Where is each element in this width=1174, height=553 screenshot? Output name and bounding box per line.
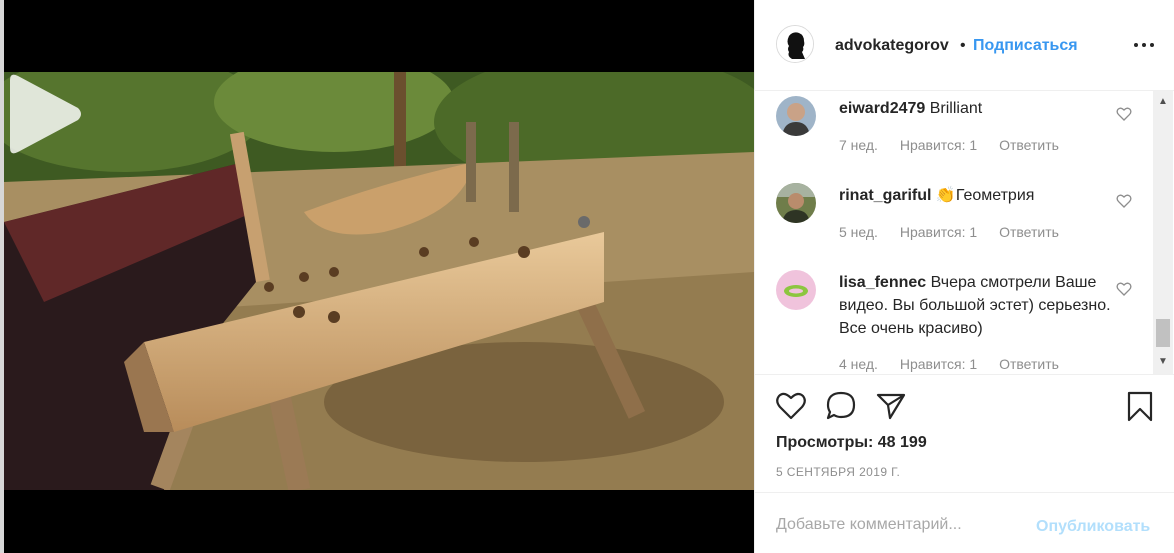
publish-button[interactable]: Опубликовать	[1036, 518, 1150, 536]
comment-username[interactable]: lisa_fennec	[839, 274, 926, 291]
comment-likes[interactable]: Нравится: 1	[900, 137, 977, 153]
video-frame-image	[4, 72, 754, 490]
heart-icon[interactable]	[1116, 281, 1132, 297]
comment-username[interactable]: rinat_gariful	[839, 187, 931, 204]
scroll-up-arrow-icon[interactable]: ▲	[1153, 93, 1173, 110]
comment-meta: 5 нед. Нравится: 1 Ответить	[839, 224, 1077, 240]
commenter-photo	[776, 270, 816, 310]
more-horizontal-icon[interactable]	[1132, 36, 1156, 54]
reply-button[interactable]: Ответить	[999, 137, 1059, 153]
separator-dot: •	[960, 37, 966, 54]
heart-icon[interactable]	[775, 390, 807, 422]
comment-age: 4 нед.	[839, 356, 878, 372]
comment-bubble-icon[interactable]	[825, 390, 857, 422]
comment-likes[interactable]: Нравится: 1	[900, 356, 977, 372]
comment-text: 👏Геометрия	[935, 187, 1035, 204]
comment-body: eiward2479 Brilliant	[839, 97, 1129, 120]
comment-text: Brilliant	[929, 100, 983, 117]
view-count[interactable]: Просмотры: 48 199	[776, 434, 927, 452]
reply-button[interactable]: Ответить	[999, 356, 1059, 372]
video-player[interactable]	[4, 72, 754, 490]
comment-body: rinat_gariful 👏Геометрия	[839, 184, 1129, 207]
commenter-photo	[776, 96, 816, 136]
commenter-avatar[interactable]	[776, 183, 816, 223]
heart-icon[interactable]	[1116, 193, 1132, 209]
media-area	[4, 0, 754, 553]
comment-likes[interactable]: Нравится: 1	[900, 224, 977, 240]
comment-age: 7 нед.	[839, 137, 878, 153]
post-date[interactable]: 5 СЕНТЯБРЯ 2019 Г.	[776, 465, 900, 479]
heart-icon[interactable]	[1116, 106, 1132, 122]
post-actions: Просмотры: 48 199 5 СЕНТЯБРЯ 2019 Г.	[755, 374, 1174, 492]
scrollbar-thumb[interactable]	[1156, 319, 1170, 347]
reply-button[interactable]: Ответить	[999, 224, 1059, 240]
commenter-photo	[776, 183, 816, 223]
commenter-avatar[interactable]	[776, 270, 816, 310]
paper-plane-icon[interactable]	[875, 390, 907, 422]
post-details-panel: advokategorov • Подписаться eiward2479 B…	[754, 0, 1174, 553]
comment-input[interactable]	[776, 514, 1026, 536]
post-header: advokategorov • Подписаться	[755, 0, 1174, 91]
comment-meta: 7 нед. Нравится: 1 Ответить	[839, 137, 1077, 153]
comment-username[interactable]: eiward2479	[839, 100, 925, 117]
bookmark-icon[interactable]	[1124, 390, 1156, 422]
comments-list[interactable]: eiward2479 Brilliant 7 нед. Нравится: 1 …	[755, 91, 1155, 374]
comment-body: lisa_fennec Вчера смотрели Ваше видео. В…	[839, 271, 1129, 340]
author-avatar[interactable]	[776, 25, 814, 63]
add-comment-bar: Опубликовать	[755, 492, 1174, 553]
scroll-down-arrow-icon[interactable]: ▼	[1153, 353, 1173, 370]
comment-meta: 4 нед. Нравится: 1 Ответить	[839, 356, 1077, 372]
commenter-avatar[interactable]	[776, 96, 816, 136]
silhouette-avatar-image	[777, 26, 813, 62]
follow-button[interactable]: Подписаться	[973, 37, 1078, 55]
comments-scrollbar[interactable]: ▲ ▼	[1153, 91, 1173, 374]
author-username[interactable]: advokategorov	[835, 37, 949, 55]
comment-age: 5 нед.	[839, 224, 878, 240]
play-icon[interactable]	[4, 72, 84, 156]
